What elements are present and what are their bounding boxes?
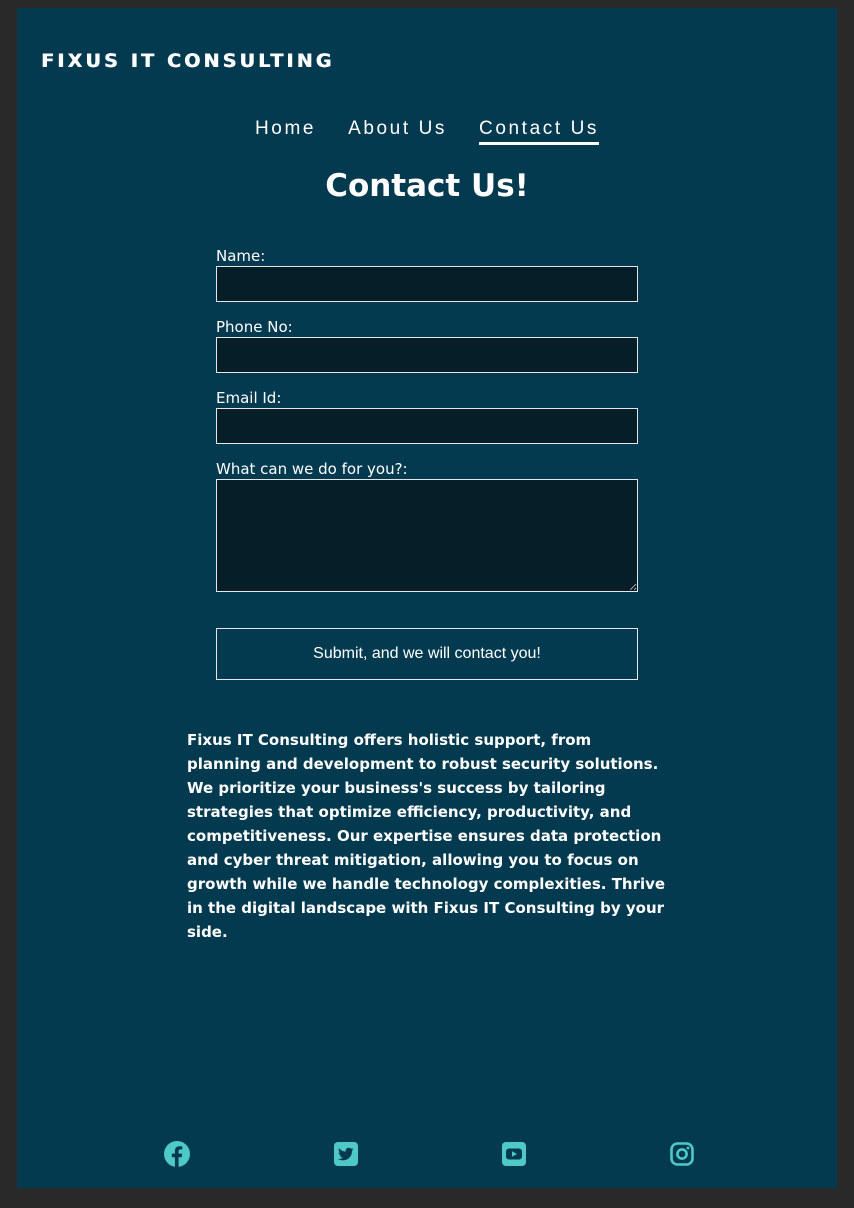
brand-logo[interactable]: Fixus IT Consulting bbox=[41, 50, 334, 72]
contact-form: Name: Phone No: Email Id: What can we do… bbox=[216, 246, 638, 680]
facebook-icon bbox=[164, 1141, 190, 1167]
about-paragraph: Fixus IT Consulting offers holistic supp… bbox=[187, 731, 666, 941]
youtube-icon bbox=[502, 1142, 526, 1166]
instagram-link[interactable] bbox=[668, 1140, 696, 1168]
twitter-link[interactable] bbox=[332, 1140, 360, 1168]
phone-field[interactable] bbox=[216, 337, 638, 373]
nav-home[interactable]: Home bbox=[255, 118, 316, 142]
nav-about-us[interactable]: About Us bbox=[348, 118, 447, 142]
page-title: Contact Us! bbox=[325, 168, 529, 204]
page-container: Fixus IT Consulting Home About Us Contac… bbox=[17, 8, 837, 1188]
email-field[interactable] bbox=[216, 408, 638, 444]
email-label: Email Id: bbox=[216, 389, 282, 407]
main-nav: Home About Us Contact Us bbox=[17, 118, 837, 145]
twitter-icon bbox=[334, 1142, 358, 1166]
name-field[interactable] bbox=[216, 266, 638, 302]
phone-label: Phone No: bbox=[216, 318, 293, 336]
youtube-link[interactable] bbox=[500, 1140, 528, 1168]
facebook-link[interactable] bbox=[163, 1140, 191, 1168]
name-label: Name: bbox=[216, 247, 266, 265]
message-label: What can we do for you?: bbox=[216, 460, 408, 478]
nav-contact-us[interactable]: Contact Us bbox=[479, 118, 600, 145]
submit-button[interactable]: Submit, and we will contact you! bbox=[216, 628, 638, 680]
instagram-icon bbox=[670, 1142, 694, 1166]
message-field[interactable] bbox=[216, 479, 638, 592]
